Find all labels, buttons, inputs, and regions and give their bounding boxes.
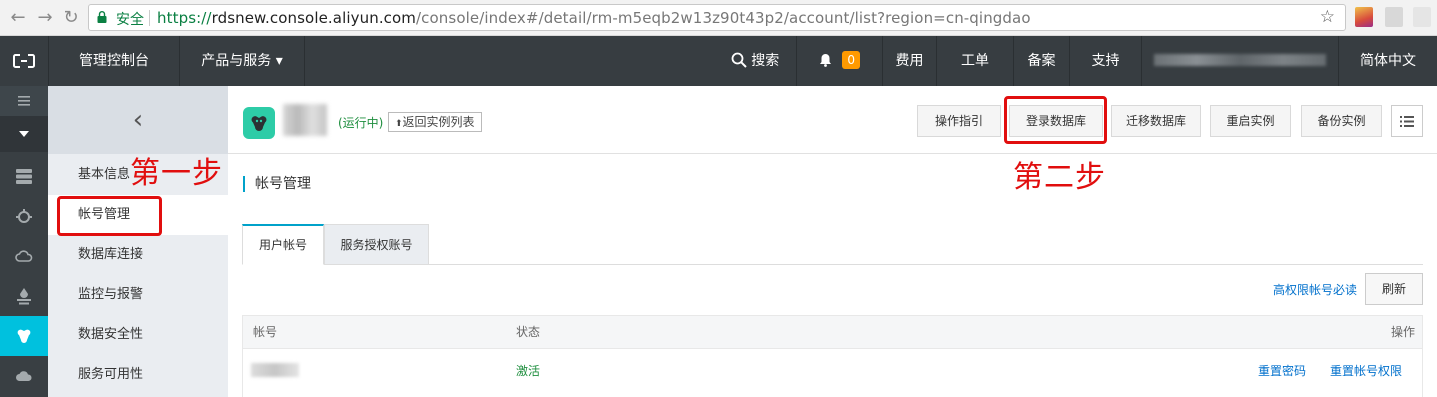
caret-down-icon[interactable]: [0, 116, 48, 152]
table-row: 激活 重置密码 重置帐号权限: [242, 349, 1423, 397]
top-navbar: 管理控制台 产品与服务 ▾ 搜索 0 费用 工单 备案 支持 简体中文: [0, 36, 1437, 86]
sidebar-item-service-availability[interactable]: 服务可用性: [48, 355, 228, 395]
cloud-upload-icon[interactable]: [0, 356, 48, 396]
browser-chrome: ← → ↻ 安全 https://rdsnew.console.aliyun.c…: [0, 0, 1437, 36]
cloud-gear-icon[interactable]: [0, 196, 48, 236]
lock-icon: [97, 11, 107, 23]
sidebar-item-monitoring-alerts[interactable]: 监控与报警: [48, 275, 228, 315]
account-name-redacted: [251, 363, 299, 377]
storage-drop-icon[interactable]: [0, 276, 48, 316]
search-icon: [731, 52, 747, 68]
chevron-left-icon: ‹: [132, 105, 144, 135]
tickets-link[interactable]: 工单: [936, 36, 1013, 86]
admin-account-notice-link[interactable]: 高权限帐号必读: [1273, 281, 1357, 298]
backup-instance-button[interactable]: 备份实例: [1301, 105, 1382, 137]
menu-toggle-icon[interactable]: [0, 86, 48, 116]
url-scheme: https://: [157, 9, 212, 27]
account-status: 激活: [516, 364, 541, 378]
extension-icon[interactable]: [1355, 7, 1373, 27]
annotation-box-step2: [1004, 96, 1107, 144]
console-home-link[interactable]: 管理控制台: [48, 36, 179, 86]
rds-instance-icon: [243, 107, 275, 139]
instance-status: (运行中): [338, 116, 384, 130]
language-switch[interactable]: 简体中文: [1338, 36, 1437, 86]
sidebar-item-data-security[interactable]: 数据安全性: [48, 315, 228, 355]
list-view-icon[interactable]: [1391, 105, 1423, 137]
forward-arrow-icon[interactable]: →: [35, 8, 55, 28]
server-stack-icon[interactable]: [0, 156, 48, 196]
chevron-down-icon: ▾: [275, 53, 283, 69]
instance-header: (运行中) ⬆返回实例列表 操作指引 登录数据库 迁移数据库 重启实例 备份实例: [228, 86, 1437, 154]
back-to-instance-list-button[interactable]: ⬆返回实例列表: [388, 112, 482, 132]
column-header-status: 状态: [516, 325, 541, 339]
reload-icon[interactable]: ↻: [61, 8, 81, 28]
column-header-account: 帐号: [253, 325, 278, 339]
url-host: rdsnew.console.aliyun.com: [211, 9, 417, 27]
search-link[interactable]: 搜索: [714, 36, 796, 86]
secure-label: 安全: [116, 12, 144, 28]
table-header: 帐号 状态 操作: [242, 315, 1423, 349]
extension-icon[interactable]: [1413, 7, 1431, 27]
products-menu[interactable]: 产品与服务 ▾: [179, 36, 305, 86]
search-label: 搜索: [751, 53, 780, 69]
product-icon-rail: [0, 86, 48, 397]
back-to-list-label: 返回实例列表: [402, 115, 475, 129]
main-content: (运行中) ⬆返回实例列表 操作指引 登录数据库 迁移数据库 重启实例 备份实例…: [228, 86, 1437, 397]
back-arrow-icon[interactable]: ←: [8, 8, 28, 28]
arrow-up-icon: ⬆: [395, 119, 403, 129]
account-tabs: 用户帐号 服务授权账号: [242, 224, 1423, 265]
bell-icon: [819, 54, 831, 67]
refresh-button[interactable]: 刷新: [1365, 273, 1423, 305]
products-label: 产品与服务: [201, 53, 272, 69]
annotation-step1: 第一步: [130, 156, 223, 191]
billing-link[interactable]: 费用: [882, 36, 936, 86]
tab-service-authorized-accounts[interactable]: 服务授权账号: [324, 224, 429, 265]
operation-guide-button[interactable]: 操作指引: [917, 105, 1001, 137]
page-title: 帐号管理: [243, 176, 311, 192]
sidebar-back-button[interactable]: ‹: [48, 86, 228, 154]
support-link[interactable]: 支持: [1069, 36, 1141, 86]
address-bar[interactable]: 安全 https://rdsnew.console.aliyun.com/con…: [88, 4, 1346, 31]
rds-database-icon[interactable]: [0, 316, 48, 356]
url-path: /console/index#/detail/rm-m5eqb2w13z90t4…: [416, 9, 1031, 27]
reset-permissions-link[interactable]: 重置帐号权限: [1330, 349, 1402, 393]
bookmark-star-icon[interactable]: ☆: [1320, 7, 1335, 27]
address-divider: [149, 10, 150, 26]
user-account-menu[interactable]: [1141, 36, 1338, 86]
aliyun-logo-icon[interactable]: [0, 36, 48, 86]
sidebar-item-database-connection[interactable]: 数据库连接: [48, 235, 228, 275]
instance-sidebar: ‹ 基本信息 帐号管理 数据库连接 监控与报警 数据安全性 服务可用性: [48, 86, 228, 397]
extension-icon[interactable]: [1385, 7, 1403, 27]
notification-badge: 0: [842, 51, 861, 69]
reset-password-link[interactable]: 重置密码: [1258, 349, 1306, 393]
url-text: https://rdsnew.console.aliyun.com/consol…: [157, 9, 1031, 27]
instance-name-redacted: [283, 104, 327, 136]
tab-user-accounts[interactable]: 用户帐号: [242, 224, 324, 265]
account-name-redacted: [1154, 54, 1326, 66]
notifications-button[interactable]: 0: [796, 36, 882, 86]
record-link[interactable]: 备案: [1013, 36, 1069, 86]
annotation-box-step1: [57, 196, 162, 236]
cloud-icon[interactable]: [0, 236, 48, 276]
restart-instance-button[interactable]: 重启实例: [1210, 105, 1291, 137]
migrate-database-button[interactable]: 迁移数据库: [1111, 105, 1201, 137]
annotation-step2: 第二步: [1013, 160, 1106, 195]
column-header-actions: 操作: [1390, 325, 1415, 339]
